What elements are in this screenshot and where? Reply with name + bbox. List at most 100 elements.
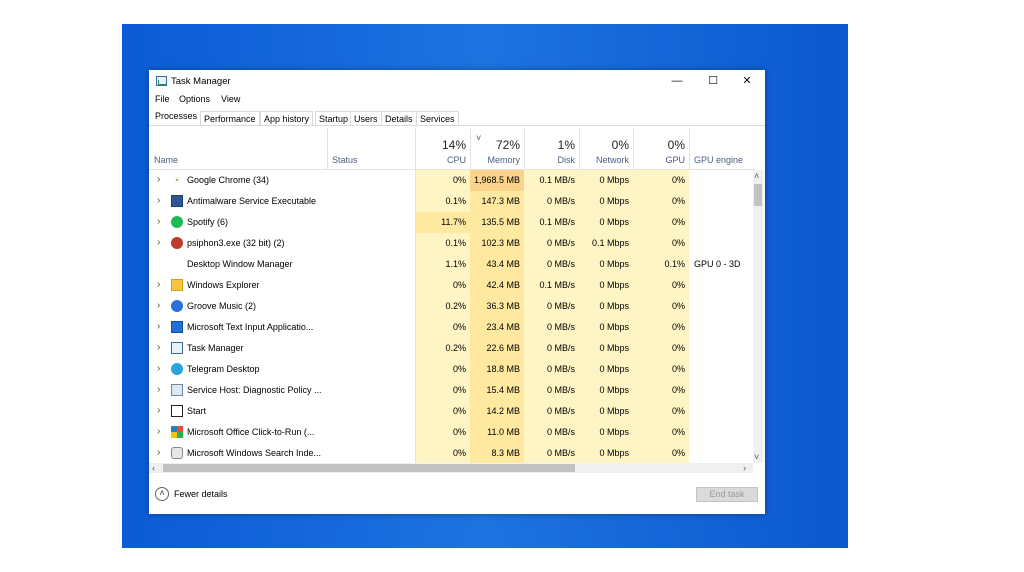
disk-value: 0.1 MB/s (539, 175, 575, 185)
disk-value: 0 MB/s (546, 385, 575, 395)
expand-chevron-icon[interactable]: › (157, 363, 160, 374)
column-memory[interactable]: ˅ 72% Memory (470, 128, 524, 170)
vertical-scrollbar[interactable]: ˄ ˅ (753, 170, 763, 463)
process-row[interactable]: › Spotify (6) 11.7% 135.5 MB 0.1 MB/s 0 Mbps 0… (149, 212, 755, 233)
memory-value: 22.6 MB (486, 343, 520, 353)
groove-icon (171, 300, 183, 312)
memory-value: 102.3 MB (481, 238, 520, 248)
process-name: Desktop Window Manager (187, 259, 293, 269)
memory-value: 11.0 MB (487, 427, 520, 437)
expand-chevron-icon[interactable]: › (157, 216, 160, 227)
cpu-value: 0.1% (445, 238, 466, 248)
scroll-left-icon[interactable]: ‹ (152, 463, 155, 473)
disk-value: 0 MB/s (546, 406, 575, 416)
process-name: Spotify (6) (187, 217, 229, 227)
process-row[interactable]: › Start 0% 14.2 MB 0 MB/s 0 Mbps 0% (149, 401, 755, 422)
tab-performance[interactable]: Performance (200, 111, 260, 125)
expand-chevron-icon[interactable]: › (157, 447, 160, 458)
memory-value: 18.8 MB (486, 364, 520, 374)
expand-chevron-icon[interactable]: › (157, 405, 160, 416)
scroll-down-icon[interactable]: ˅ (754, 452, 759, 462)
scroll-right-icon[interactable]: › (743, 463, 746, 473)
gpu-value: 0% (671, 301, 685, 311)
expand-chevron-icon[interactable]: › (157, 300, 160, 311)
close-button[interactable]: ✕ (736, 73, 758, 89)
horizontal-scroll-thumb[interactable] (163, 464, 575, 472)
gpu-value: 0% (671, 427, 685, 437)
menu-file[interactable]: File (155, 94, 170, 104)
process-row[interactable]: › psiphon3.exe (32 bit) (2) 0.1% 102.3 MB 0 … (149, 233, 755, 254)
tab-services[interactable]: Services (416, 111, 459, 125)
network-value: 0 Mbps (599, 364, 629, 374)
fewer-details-link[interactable]: Fewer details (174, 489, 228, 499)
process-row[interactable]: › Telegram Desktop 0% 18.8 MB 0 MB/s 0 Mbps 0% (149, 359, 755, 380)
column-divider (524, 128, 525, 170)
process-row[interactable]: › Windows Explorer 0% 42.4 MB 0.1 MB/s 0 Mbps… (149, 275, 755, 296)
column-status[interactable]: Status (327, 128, 416, 170)
menu-options[interactable]: Options (179, 94, 210, 104)
expand-chevron-icon[interactable]: › (157, 384, 160, 395)
tab-details[interactable]: Details (381, 111, 417, 125)
process-row[interactable]: › Service Host: Diagnostic Policy ... 0% 15… (149, 380, 755, 401)
expand-chevron-icon[interactable]: › (157, 426, 160, 437)
minimize-button[interactable]: — (666, 73, 688, 89)
expand-chevron-icon[interactable]: › (157, 342, 160, 353)
process-row[interactable]: › Task Manager 0.2% 22.6 MB 0 MB/s 0 Mbps 0% (149, 338, 755, 359)
column-name[interactable]: Name (149, 128, 327, 170)
shield-app-icon (171, 195, 183, 207)
memory-value: 1,968.5 MB (473, 175, 520, 185)
gpu-value: 0% (671, 322, 685, 332)
sort-chevron-icon: ˅ (476, 133, 482, 143)
chrome-icon (171, 174, 183, 186)
gear-icon (171, 384, 183, 396)
expand-chevron-icon[interactable]: › (157, 321, 160, 332)
column-network[interactable]: 0% Network (579, 128, 633, 170)
process-row[interactable]: › Groove Music (2) 0.2% 36.3 MB 0 MB/s 0 Mbps… (149, 296, 755, 317)
tab-processes[interactable]: Processes (152, 109, 201, 123)
cpu-value: 0.1% (445, 196, 466, 206)
tab-users[interactable]: Users (350, 111, 382, 125)
scroll-up-icon[interactable]: ˄ (754, 171, 759, 181)
process-name: Task Manager (187, 343, 244, 353)
menu-view[interactable]: View (221, 94, 240, 104)
network-value: 0 Mbps (599, 322, 629, 332)
network-value: 0.1 Mbps (591, 238, 629, 248)
column-cpu[interactable]: 14% CPU (416, 128, 470, 170)
process-row[interactable]: Desktop Window Manager 1.1% 43.4 MB 0 MB/s 0… (149, 254, 755, 275)
end-task-button[interactable]: End task (696, 487, 758, 502)
horizontal-scrollbar[interactable]: ‹ › (149, 463, 753, 473)
gpu-value: 0% (671, 238, 685, 248)
process-row[interactable]: › Antimalware Service Executable 0.1% 147.3… (149, 191, 755, 212)
psiphon-icon (171, 237, 183, 249)
network-value: 0 Mbps (599, 343, 629, 353)
tab-app-history[interactable]: App history (260, 111, 314, 125)
column-disk[interactable]: 1% Disk (524, 128, 579, 170)
process-row[interactable]: › Microsoft Office Click-to-Run (... 0% 11.… (149, 422, 755, 443)
network-value: 0 Mbps (599, 259, 629, 269)
process-row[interactable]: › Microsoft Windows Search Inde... 0% 8.3 M… (149, 443, 755, 464)
column-gpu-engine[interactable]: GPU engine (689, 128, 755, 170)
expand-chevron-icon[interactable]: › (157, 195, 160, 206)
expand-chevron-icon[interactable]: › (157, 237, 160, 248)
gpu-value: 0% (671, 364, 685, 374)
disk-value: 0 MB/s (546, 238, 575, 248)
tab-bar: Processes Performance App history Startu… (149, 108, 765, 126)
vertical-scroll-thumb[interactable] (754, 184, 762, 206)
disk-value: 0.1 MB/s (539, 217, 575, 227)
process-name: Microsoft Office Click-to-Run (... (187, 427, 315, 437)
collapse-chevron-icon[interactable]: ˄ (155, 487, 169, 501)
memory-value: 8.3 MB (491, 448, 520, 458)
disk-value: 0 MB/s (546, 448, 575, 458)
column-gpu[interactable]: 0% GPU (633, 128, 689, 170)
expand-chevron-icon[interactable]: › (157, 174, 160, 185)
tab-startup[interactable]: Startup (315, 111, 353, 125)
folder-icon (171, 279, 183, 291)
maximize-button[interactable]: ☐ (702, 73, 724, 89)
process-name: Groove Music (2) (187, 301, 257, 311)
office-icon (171, 426, 183, 438)
process-row[interactable]: › Google Chrome (34) 0% 1,968.5 MB 0.1 MB/s 0… (149, 170, 755, 191)
process-row[interactable]: › Microsoft Text Input Applicatio... 0% 23.… (149, 317, 755, 338)
window-title: Task Manager (171, 76, 231, 87)
network-value: 0 Mbps (599, 301, 629, 311)
expand-chevron-icon[interactable]: › (157, 279, 160, 290)
